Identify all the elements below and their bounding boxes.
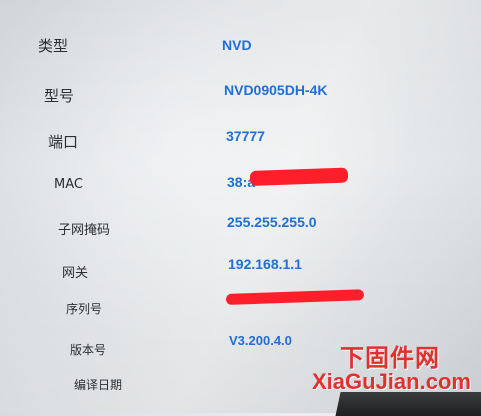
type-label: 类型 bbox=[38, 37, 69, 55]
model-value: NVD0905DH-4K bbox=[224, 82, 328, 98]
watermark-english: XiaGuJian.com bbox=[312, 369, 471, 394]
serial-number-label: 序列号 bbox=[66, 302, 103, 316]
version-label: 版本号 bbox=[70, 343, 107, 357]
subnet-mask-label: 子网掩码 bbox=[58, 223, 111, 238]
model-label: 型号 bbox=[44, 87, 75, 105]
subnet-mask-value: 255.255.255.0 bbox=[227, 214, 317, 230]
watermark-chinese: 下固件网 bbox=[340, 344, 440, 372]
monitor-bezel-edge bbox=[335, 392, 481, 416]
port-label: 端口 bbox=[48, 133, 79, 151]
version-value: V3.200.4.0 bbox=[229, 333, 292, 348]
port-value: 37777 bbox=[226, 128, 265, 144]
mac-redaction-mark bbox=[249, 167, 349, 186]
build-date-label: 编译日期 bbox=[74, 378, 123, 392]
mac-label: MAC bbox=[54, 177, 83, 192]
serial-redaction-mark bbox=[225, 289, 365, 305]
type-value: NVD bbox=[222, 37, 252, 53]
gateway-value: 192.168.1.1 bbox=[228, 256, 302, 272]
gateway-label: 网关 bbox=[62, 266, 89, 281]
